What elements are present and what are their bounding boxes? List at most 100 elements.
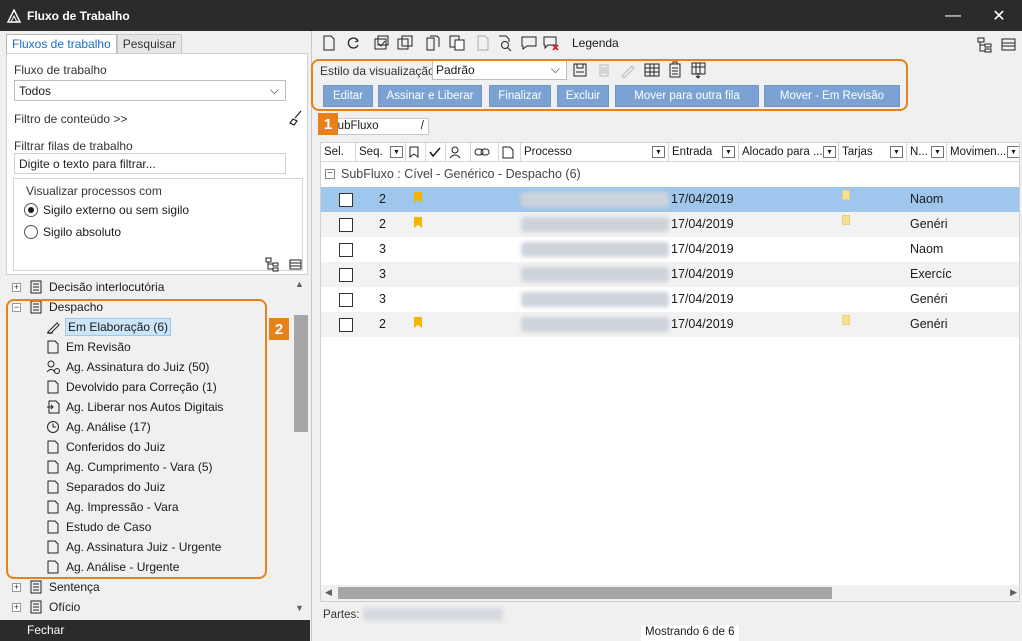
redacted-process-number <box>521 242 669 257</box>
close-button[interactable]: Fechar <box>0 620 310 641</box>
col-sel[interactable]: Sel. <box>321 143 356 162</box>
bookmark-icon <box>409 146 419 158</box>
subfluxo-group-chip[interactable]: SubFluxo / <box>325 118 429 135</box>
col-doc[interactable] <box>499 143 521 162</box>
row-entrada: 17/04/2019 <box>671 192 734 206</box>
row-n: Exercíc <box>910 267 952 281</box>
expand-plus-icon[interactable]: + <box>12 582 21 592</box>
collapse-minus-icon[interactable]: − <box>325 169 335 179</box>
col-user[interactable] <box>446 143 471 162</box>
col-movimento-filter-icon[interactable]: ▼ <box>1007 146 1019 158</box>
legend-button[interactable]: Legenda <box>572 36 619 50</box>
redacted-partes <box>363 608 503 621</box>
status-count: Mostrando 6 de 6 <box>641 625 739 641</box>
table-row[interactable]: 2 17/04/2019 Naom <box>321 187 1019 212</box>
col-bookmark[interactable] <box>406 143 426 162</box>
row-checkbox[interactable] <box>339 218 353 232</box>
panel-toggle-icon[interactable] <box>1000 36 1018 54</box>
close-window-button[interactable]: ✕ <box>976 0 1022 31</box>
tab-pesquisar[interactable]: Pesquisar <box>116 34 183 53</box>
col-processo[interactable]: Processo <box>521 143 669 162</box>
tree-view-icon[interactable] <box>976 36 994 54</box>
group-row[interactable]: − SubFluxo : Cível - Genérico - Despacho… <box>321 163 1019 185</box>
tree-scroll-thumb[interactable] <box>294 315 308 432</box>
annotation-badge-1: 1 <box>318 113 338 135</box>
filter-panel: Fluxo de trabalho Todos ⌵ Filtro de cont… <box>6 53 308 275</box>
table-row[interactable]: 2 17/04/2019 Genéri <box>321 212 1019 237</box>
row-seq: 2 <box>379 192 386 206</box>
radio-checked-icon <box>24 203 38 217</box>
redacted-process-number <box>521 317 669 332</box>
comment-icon[interactable] <box>520 34 538 52</box>
row-n: Naom <box>910 242 944 256</box>
link-icon <box>474 148 490 156</box>
col-entrada-filter-icon[interactable]: ▼ <box>722 146 735 158</box>
col-check[interactable] <box>426 143 446 162</box>
queue-filter-input[interactable]: Digite o texto para filtrar... <box>14 153 286 174</box>
app-logo-icon <box>7 8 21 23</box>
new-document-icon[interactable] <box>320 34 338 52</box>
scroll-up-icon[interactable]: ▲ <box>295 279 304 289</box>
visibility-label: Visualizar processos com <box>26 184 162 198</box>
expand-plus-icon[interactable]: + <box>12 602 21 612</box>
scroll-left-icon[interactable]: ◀ <box>325 587 332 598</box>
row-checkbox[interactable] <box>339 268 353 282</box>
table-row[interactable]: 3 17/04/2019 Naom <box>321 237 1019 262</box>
workflow-select[interactable]: Todos ⌵ <box>14 80 286 101</box>
table-row[interactable]: 2 17/04/2019 Genéri <box>321 312 1019 337</box>
row-entrada: 17/04/2019 <box>671 242 734 256</box>
grid-hscrollbar[interactable]: ◀ ▶ <box>321 585 1019 601</box>
folder-stack-icon <box>29 600 43 614</box>
users-icon <box>449 146 461 159</box>
col-processo-filter-icon[interactable]: ▼ <box>652 146 665 158</box>
brush-icon[interactable] <box>289 110 303 126</box>
search-document-icon[interactable] <box>496 34 514 52</box>
content-filter-link[interactable]: Filtro de conteúdo >> <box>14 112 127 126</box>
redacted-process-number <box>521 292 669 307</box>
select-all-icon[interactable] <box>372 34 390 52</box>
row-seq: 2 <box>379 317 386 331</box>
grid-hscroll-thumb[interactable] <box>338 587 832 599</box>
right-panel: Legenda Estilo da visualização Padrão ⌵ … <box>313 31 1022 641</box>
remove-comment-icon[interactable] <box>542 34 560 52</box>
row-checkbox[interactable] <box>339 243 353 257</box>
radio-external-secrecy[interactable]: Sigilo externo ou sem sigilo <box>24 203 189 217</box>
radio-unchecked-icon <box>24 225 38 239</box>
collapse-tree-icon[interactable] <box>288 257 303 272</box>
minimize-button[interactable]: — <box>930 0 976 31</box>
document-icon <box>502 146 514 159</box>
document-stack-icon[interactable] <box>448 34 466 52</box>
row-entrada: 17/04/2019 <box>671 217 734 231</box>
radio-absolute-secrecy[interactable]: Sigilo absoluto <box>24 225 121 239</box>
row-n: Genéri <box>910 317 948 331</box>
bookmark-flag-icon <box>414 217 422 228</box>
row-checkbox[interactable] <box>339 293 353 307</box>
col-n-filter-icon[interactable]: ▼ <box>931 146 944 158</box>
expand-tree-icon[interactable] <box>265 257 280 272</box>
tree-node-decisao[interactable]: + Decisão interlocutória <box>12 277 164 297</box>
col-seq-filter-icon[interactable]: ▼ <box>390 146 403 158</box>
tree-node-oficio[interactable]: + Ofício <box>12 597 80 617</box>
table-row[interactable]: 3 17/04/2019 Exercíc <box>321 262 1019 287</box>
row-checkbox[interactable] <box>339 318 353 332</box>
tree-scrollbar[interactable]: ▲ ▼ <box>293 277 309 617</box>
scroll-down-icon[interactable]: ▼ <box>295 603 304 613</box>
workflow-label: Fluxo de trabalho <box>14 63 107 77</box>
col-alocado-filter-icon[interactable]: ▼ <box>823 146 836 158</box>
move-disabled-icon[interactable] <box>474 34 492 52</box>
row-seq: 2 <box>379 217 386 231</box>
col-link[interactable] <box>471 143 499 162</box>
scroll-right-icon[interactable]: ▶ <box>1010 587 1017 598</box>
expand-plus-icon[interactable]: + <box>12 282 21 292</box>
tab-fluxos[interactable]: Fluxos de trabalho <box>6 34 117 54</box>
row-checkbox[interactable] <box>339 193 353 207</box>
tree-node-sentenca[interactable]: + Sentença <box>12 577 100 597</box>
col-tarjas-filter-icon[interactable]: ▼ <box>890 146 903 158</box>
table-row[interactable]: 3 17/04/2019 Genéri <box>321 287 1019 312</box>
filter-queues-label: Filtrar filas de trabalho <box>14 139 133 153</box>
row-n: Naom <box>910 192 944 206</box>
left-tabs: Fluxos de trabalho Pesquisar <box>6 34 183 54</box>
refresh-icon[interactable] <box>344 34 362 52</box>
copy-icon[interactable] <box>396 34 414 52</box>
document-copy-icon[interactable] <box>424 34 442 52</box>
